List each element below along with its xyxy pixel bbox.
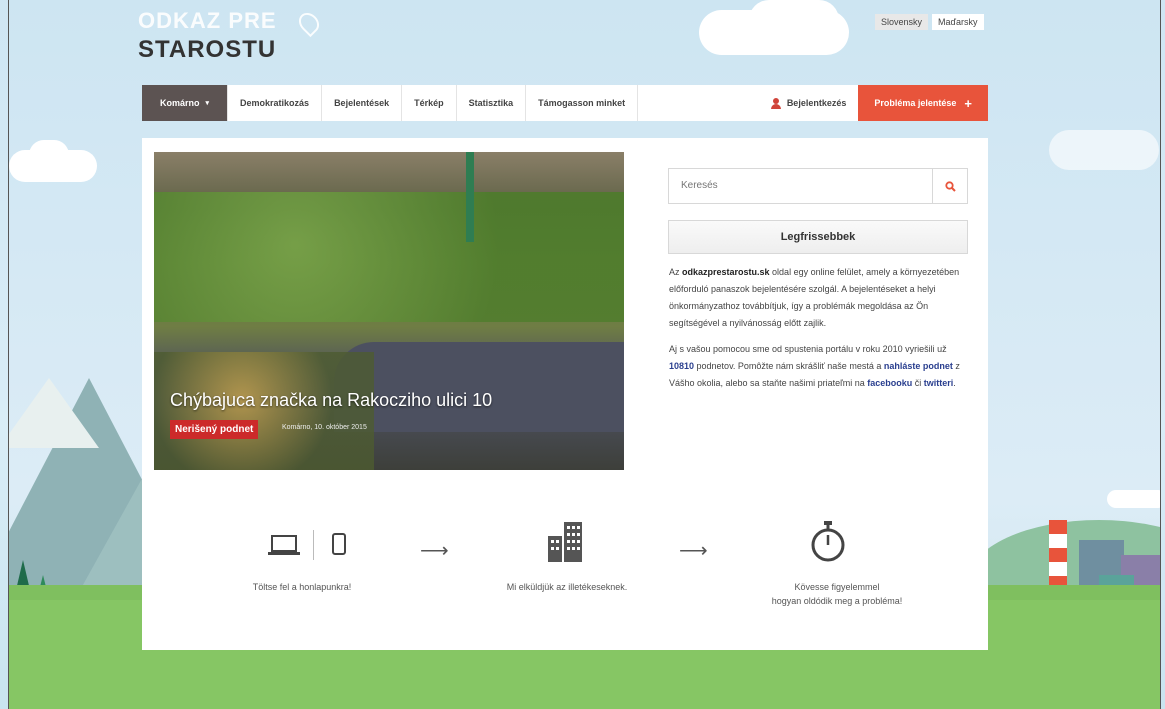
cloud	[749, 0, 839, 40]
plus-icon: +	[964, 95, 972, 111]
logo-top-text[interactable]: ODKAZ PRE	[138, 8, 277, 34]
report-label: Probléma jelentése	[874, 98, 957, 108]
lang-hungarian-link[interactable]: Maďarsky	[932, 14, 984, 30]
site-name: odkazprestarostu.sk	[682, 267, 770, 277]
status-badge: Nerišený podnet	[170, 420, 259, 439]
search-input[interactable]	[669, 169, 951, 201]
nav-item-reports[interactable]: Bejelentések	[322, 85, 403, 121]
main-nav: Komárno ▾ Demokratikozás Bejelentések Té…	[142, 85, 988, 121]
search-box	[668, 168, 968, 204]
twitter-link[interactable]: twitteri	[924, 378, 954, 388]
phone-icon	[332, 533, 346, 555]
stopwatch-icon	[811, 521, 845, 562]
resolved-count: 10810	[669, 361, 695, 371]
hero-photo-pole	[466, 152, 474, 242]
step-follow-line1: Kövesse figyelemmel	[794, 582, 880, 592]
arrow-right-icon: ⟶	[679, 540, 708, 562]
logo-bottom-text[interactable]: STAROSTU	[138, 36, 276, 64]
stats-paragraph: Aj s vašou pomocou sme od spustenia port…	[669, 341, 969, 392]
user-icon	[770, 97, 781, 109]
description-paragraph: Az odkazprestarostu.sk oldal egy online …	[669, 264, 969, 332]
login-link[interactable]: Bejelentkezés	[759, 85, 859, 121]
text: .	[953, 378, 956, 388]
featured-report-title[interactable]: Chýbajuca značka na Rakocziho ulici 10	[170, 390, 492, 411]
text: či	[912, 378, 924, 388]
text: Aj s vašou pomocou sme od spustenia port…	[669, 344, 947, 354]
hero-photo-wall	[154, 152, 624, 192]
login-label: Bejelentkezés	[786, 98, 847, 108]
text: Az	[669, 267, 683, 277]
featured-report-card[interactable]: Chýbajuca značka na Rakocziho ulici 10 N…	[154, 152, 624, 470]
city-label: Komárno	[160, 98, 200, 108]
latest-button[interactable]: Legfrissebbek	[668, 220, 968, 254]
report-link[interactable]: nahláste podnet	[884, 361, 953, 371]
nav-item-map[interactable]: Térkép	[402, 85, 457, 121]
main-panel: Chýbajuca značka na Rakocziho ulici 10 N…	[142, 138, 988, 650]
text: podnetov. Pomôžte nám skrášliť naše mest…	[694, 361, 884, 371]
hero-photo-puddle	[334, 342, 624, 432]
lang-slovak-link[interactable]: Slovensky	[875, 14, 929, 30]
laptop-icon	[268, 535, 300, 555]
arrow-right-icon: ⟶	[420, 540, 449, 562]
step-upload-label: Töltse fel a honlapunkra!	[252, 582, 352, 592]
facebook-link[interactable]: facebooku	[867, 378, 912, 388]
divider	[313, 530, 314, 560]
search-button[interactable]	[932, 169, 967, 203]
hero-photo-leaves	[154, 352, 374, 470]
cloud	[1049, 130, 1159, 170]
city-dropdown[interactable]: Komárno ▾	[142, 85, 229, 121]
caret-down-icon: ▾	[205, 100, 210, 107]
search-icon	[944, 180, 956, 192]
hero-photo-grass	[154, 192, 624, 322]
step-forward-label: Mi elküldjük az illetékeseknek.	[506, 582, 628, 592]
report-meta: Komárno, 10. október 2015	[282, 424, 367, 431]
nav-item-democratization[interactable]: Demokratikozás	[228, 85, 323, 121]
nav-item-support[interactable]: Támogasson minket	[526, 85, 639, 121]
building-icon	[548, 522, 582, 562]
nav-item-statistics[interactable]: Statisztika	[457, 85, 527, 121]
step-follow-line2: hogyan oldódik meg a probléma!	[771, 596, 903, 606]
step-follow-label: Kövesse figyelemmel hogyan oldódik meg a…	[722, 580, 952, 608]
cloud	[1107, 490, 1160, 508]
report-problem-button[interactable]: Probléma jelentése +	[858, 85, 988, 121]
cloud	[29, 140, 69, 170]
site-description: Az odkazprestarostu.sk oldal egy online …	[669, 264, 969, 401]
